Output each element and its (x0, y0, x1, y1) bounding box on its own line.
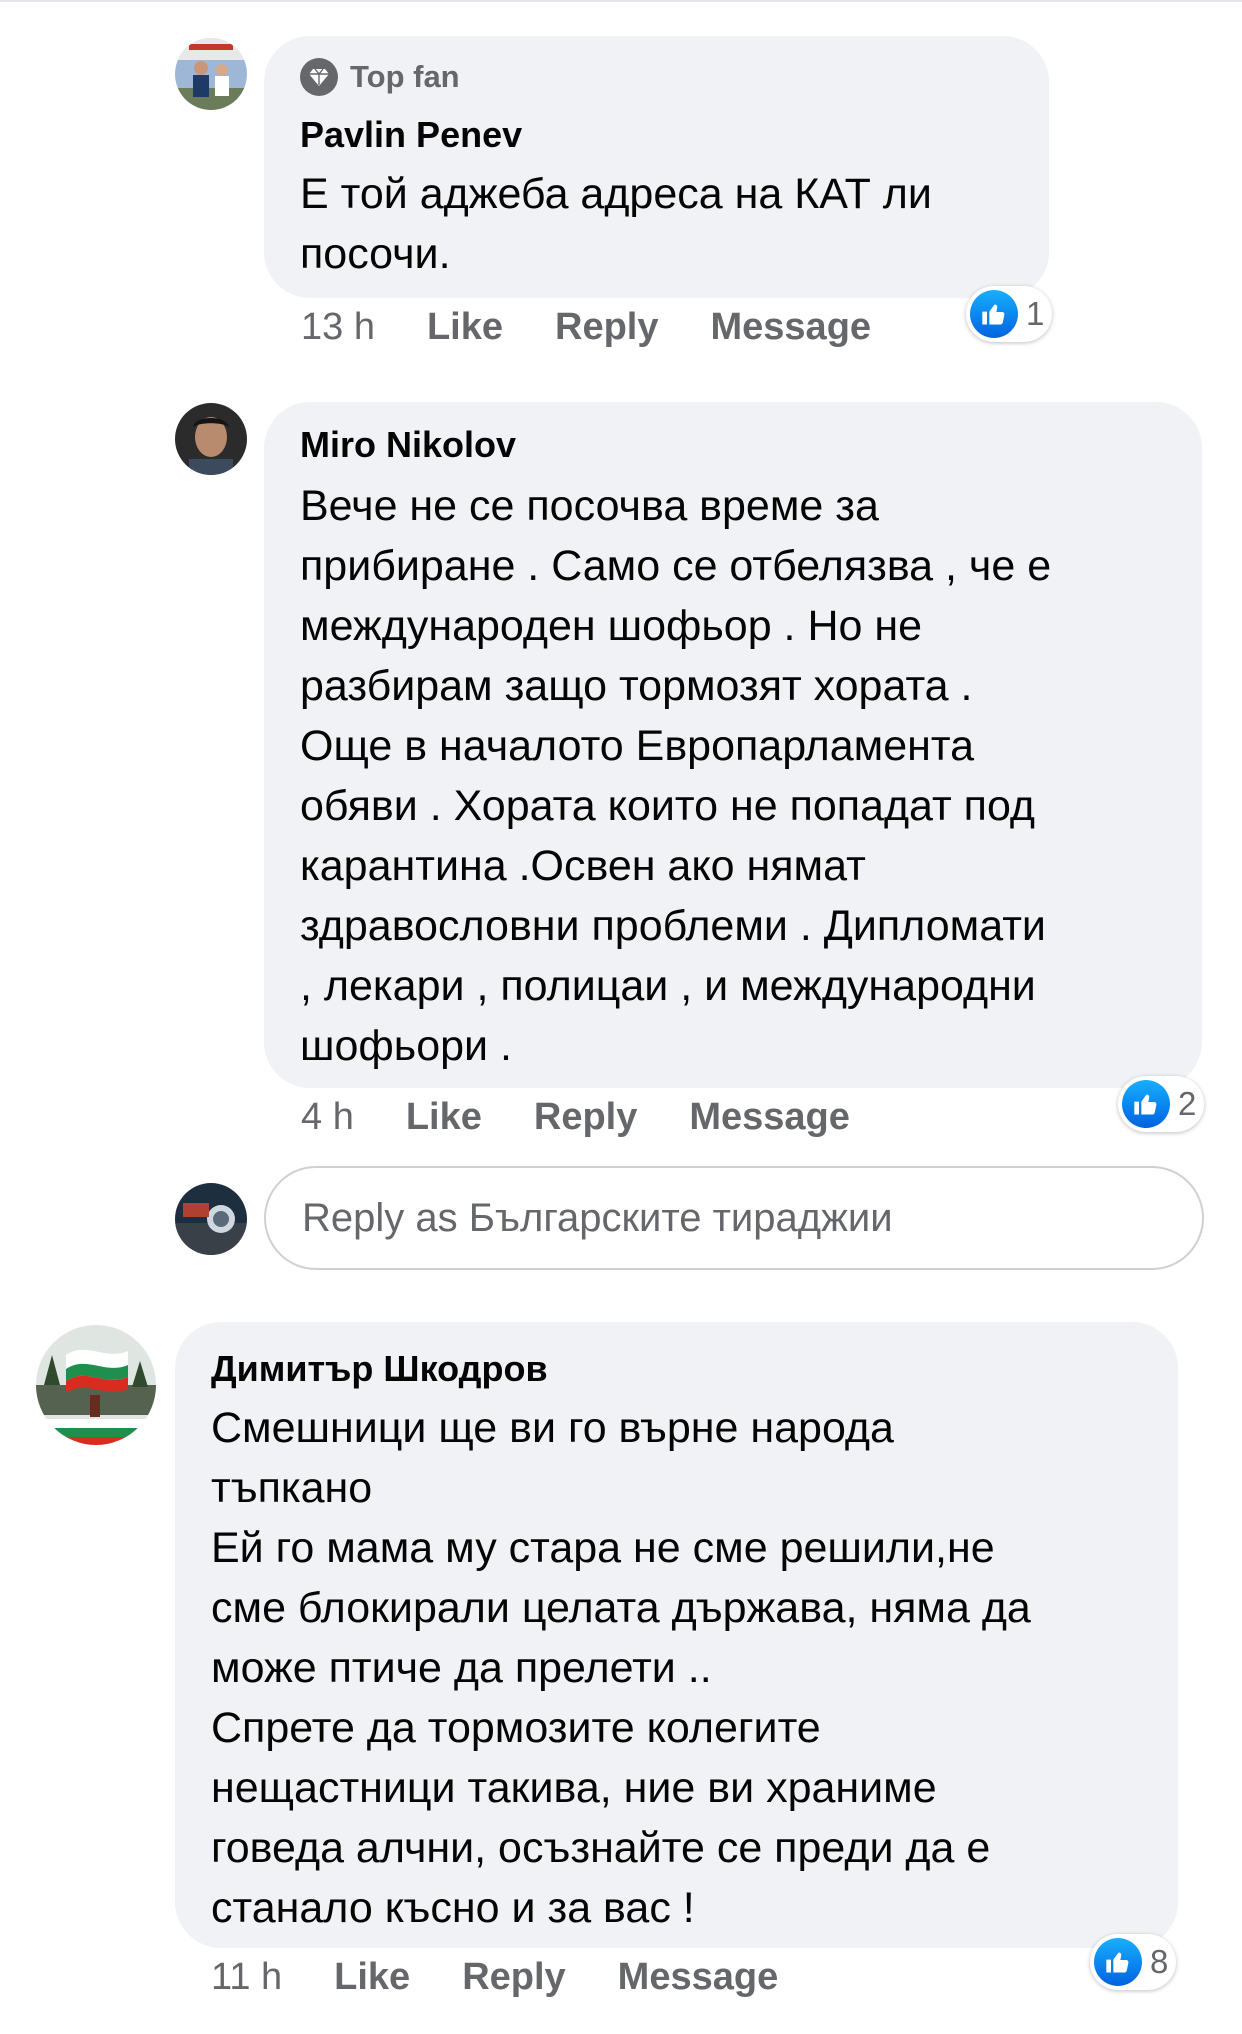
diamond-icon (300, 58, 338, 96)
like-button[interactable]: Like (406, 1096, 482, 1139)
reply-input[interactable]: Reply as Българските тираджии (264, 1166, 1204, 1270)
reply-button[interactable]: Reply (555, 306, 658, 349)
reaction-summary[interactable]: 8 (1090, 1934, 1177, 1990)
avatar-dimitar-shkodrov[interactable] (36, 1325, 156, 1445)
reaction-summary[interactable]: 1 (966, 286, 1053, 342)
reply-placeholder: Reply as Българските тираджии (302, 1195, 893, 1240)
thumbs-up-icon (1122, 1080, 1170, 1128)
reaction-count: 2 (1178, 1085, 1197, 1122)
like-button[interactable]: Like (334, 1956, 410, 1999)
comment-author[interactable]: Miro Nikolov (300, 424, 516, 466)
avatar-miro-nikolov[interactable] (175, 403, 247, 475)
comment-text: Вече не се посочва време за прибиране . … (300, 482, 1052, 1070)
comment-author[interactable]: Димитър Шкодров (211, 1348, 548, 1390)
comment-actions: 13 h Like Reply Message (301, 306, 923, 349)
comment-bubble: Димитър Шкодров Смешници ще ви го върне … (175, 1322, 1178, 1948)
avatar-pavlin-penev[interactable] (175, 38, 247, 110)
comment-bubble: Miro Nikolov Вече не се посочва време за… (264, 402, 1202, 1088)
top-divider (0, 0, 1242, 2)
page-avatar (175, 1183, 247, 1255)
reaction-count: 8 (1150, 1943, 1169, 1980)
reaction-summary[interactable]: 2 (1118, 1076, 1205, 1132)
badge-label: Top fan (350, 59, 460, 94)
comment-author[interactable]: Pavlin Penev (300, 114, 522, 156)
comment-text: Смешници ще ви го върне народа тъпкано Е… (211, 1404, 1031, 1932)
comment-timestamp[interactable]: 13 h (301, 306, 375, 349)
message-button[interactable]: Message (618, 1956, 779, 1999)
thumbs-up-icon (970, 290, 1018, 338)
comment-timestamp[interactable]: 4 h (301, 1096, 354, 1139)
top-fan-badge: Top fan (300, 58, 460, 96)
reaction-count: 1 (1026, 295, 1045, 332)
thumbs-up-icon (1094, 1938, 1142, 1986)
reply-button[interactable]: Reply (534, 1096, 637, 1139)
comment-bubble: Top fan Pavlin Penev Е той аджеба адреса… (264, 36, 1049, 298)
comment-text: Е той аджеба адреса на КАТ ли посочи. (300, 170, 932, 278)
comment-actions: 11 h Like Reply Message (211, 1956, 830, 1999)
like-button[interactable]: Like (427, 306, 503, 349)
reply-button[interactable]: Reply (462, 1956, 565, 1999)
comment-timestamp[interactable]: 11 h (211, 1956, 282, 1999)
message-button[interactable]: Message (711, 306, 872, 349)
message-button[interactable]: Message (689, 1096, 850, 1139)
comment-actions: 4 h Like Reply Message (301, 1096, 902, 1139)
